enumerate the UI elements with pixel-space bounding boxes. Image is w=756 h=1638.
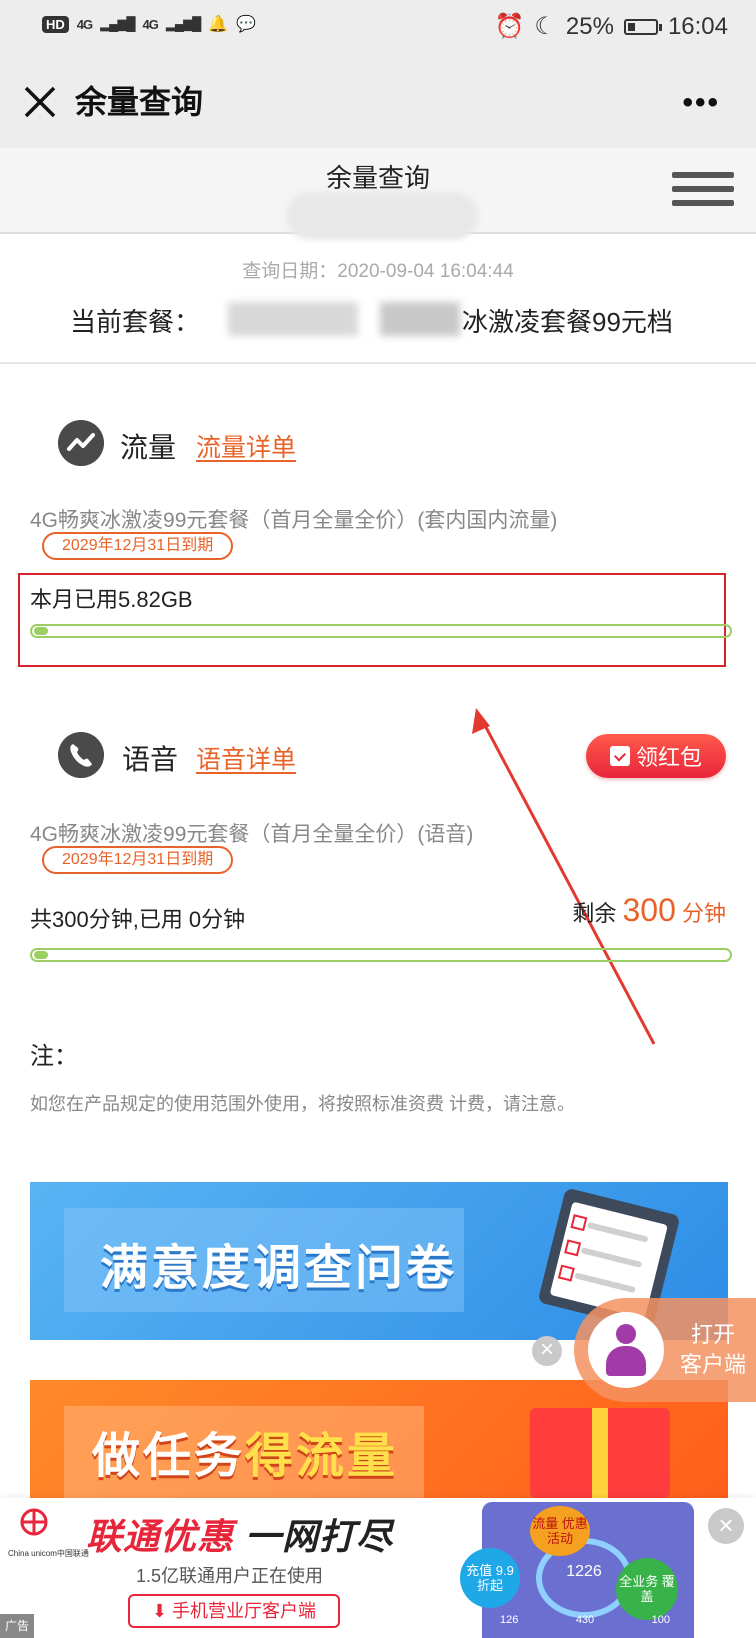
chat-icon: 💬 bbox=[236, 16, 257, 33]
data-expiry-badge: 2029年12月31日到期 bbox=[42, 532, 234, 560]
ad-title: 联通优惠 一网打尽 bbox=[86, 1508, 393, 1560]
survey-banner-text: 满意度调查问卷 bbox=[100, 1242, 458, 1295]
red-packet-button[interactable]: 领红包 bbox=[586, 734, 726, 778]
open-client-line1: 打开 bbox=[690, 1322, 735, 1347]
banner-close-icon[interactable]: × bbox=[532, 1336, 562, 1366]
voice-detail-link[interactable]: 语音详单 bbox=[196, 740, 296, 776]
note-text: 如您在产品规定的使用范围外使用，将按照标准资费 计费，请注意。 bbox=[30, 1094, 575, 1114]
gift-box-icon bbox=[530, 1408, 670, 1498]
open-client-label[interactable]: 打开 客户端 bbox=[676, 1320, 750, 1380]
remain-unit: 分钟 bbox=[681, 901, 726, 926]
china-unicom-label: China unicom中国联通 bbox=[8, 1549, 89, 1558]
promo-bubble: 流量 优惠活动 bbox=[530, 1506, 590, 1556]
close-icon[interactable] bbox=[18, 80, 62, 124]
remain-label: 剩余 bbox=[572, 901, 617, 926]
signal-bars-icon: ▂▄▆█ bbox=[100, 16, 135, 31]
data-detail-link[interactable]: 流量详单 bbox=[196, 428, 296, 464]
download-client-label: 手机营业厅客户端 bbox=[172, 1601, 317, 1621]
remain-value: 300 bbox=[622, 892, 676, 928]
voice-progress-fill bbox=[34, 951, 48, 959]
data-trend-icon bbox=[58, 420, 104, 466]
plan-blurred-2 bbox=[380, 302, 460, 336]
page-title: 余量查询 bbox=[325, 163, 430, 193]
signal-icon-2: 4G bbox=[142, 16, 159, 32]
data-section-title: 流量 bbox=[120, 432, 177, 463]
phone-mockup-value: 100 bbox=[651, 1614, 670, 1626]
list-menu-icon[interactable] bbox=[672, 172, 734, 218]
voice-section-title: 语音 bbox=[122, 744, 179, 775]
battery-icon bbox=[623, 18, 662, 35]
data-usage-text: 本月已用5.82GB bbox=[30, 587, 193, 612]
battery-fill bbox=[627, 22, 635, 31]
ad-close-icon[interactable]: × bbox=[708, 1508, 744, 1544]
note-heading: 注： bbox=[30, 1043, 78, 1070]
signal-icon: 4G bbox=[76, 16, 93, 32]
ad-title-red: 联通优惠 bbox=[86, 1516, 235, 1557]
china-unicom-logo bbox=[20, 1508, 48, 1536]
ad-subtitle: 1.5亿联通用户正在使用 bbox=[136, 1566, 324, 1586]
task-banner-highlight: 得流量 bbox=[245, 1430, 399, 1483]
recharge-bubble: 充值 9.9折起 bbox=[460, 1548, 520, 1608]
ad-tag: 广告 bbox=[0, 1614, 34, 1638]
qq-icon: 🔔 bbox=[208, 16, 229, 33]
phone-mockup-value: 126 bbox=[500, 1614, 519, 1626]
more-menu-icon[interactable]: ••• bbox=[682, 86, 720, 120]
status-left: HD 4G ▂▄▆█ 4G ▂▄▆█ 🔔 💬 bbox=[42, 14, 256, 34]
status-right: ⏰ ☾ 25% 16:04 bbox=[494, 12, 728, 41]
nav-title: 余量查询 bbox=[75, 84, 204, 120]
download-icon: ⬇ bbox=[151, 1601, 173, 1621]
download-client-button[interactable]: ⬇ 手机营业厅客户端 bbox=[128, 1594, 340, 1628]
voice-progress-bar bbox=[30, 948, 732, 962]
avatar-icon[interactable] bbox=[588, 1312, 664, 1388]
open-client-line2: 客户端 bbox=[679, 1352, 746, 1377]
voice-expiry-badge: 2029年12月31日到期 bbox=[42, 846, 234, 874]
voice-remaining: 剩余 300 分钟 bbox=[572, 892, 726, 929]
envelope-icon bbox=[609, 746, 630, 766]
voice-usage-text: 共300分钟,已用 0分钟 bbox=[30, 907, 246, 932]
voice-package-name: 4G畅爽冰激凌99元套餐（首月全量全价）(语音) bbox=[30, 823, 474, 846]
plan-label: 当前套餐： bbox=[70, 307, 201, 337]
phone-mockup-value: 430 bbox=[575, 1614, 595, 1626]
clock: 16:04 bbox=[667, 12, 728, 40]
ad-title-black: 一网打尽 bbox=[245, 1516, 394, 1557]
query-date: 查询日期：2020-09-04 16:04:44 bbox=[242, 261, 514, 282]
plan-name: 冰激凌套餐99元档 bbox=[462, 307, 673, 337]
divider bbox=[0, 362, 756, 364]
plan-blurred-1 bbox=[228, 302, 358, 336]
battery-percent: 25% bbox=[565, 12, 614, 40]
data-progress-bar bbox=[30, 624, 732, 638]
data-progress-fill bbox=[34, 627, 48, 635]
task-banner-text: 做任务得流量 bbox=[92, 1416, 398, 1486]
task-banner-prefix: 做任务 bbox=[92, 1430, 246, 1483]
phone-mockup-row: 126 430 100 bbox=[500, 1614, 670, 1626]
moon-icon: ☾ bbox=[534, 13, 556, 40]
phone-icon bbox=[58, 732, 104, 778]
data-package-name: 4G畅爽冰激凌99元套餐（首月全量全价）(套内国内流量) bbox=[30, 509, 558, 532]
signal-bars-icon-2: ▂▄▆█ bbox=[165, 16, 201, 31]
all-services-bubble: 全业务 覆盖 bbox=[616, 1558, 678, 1620]
hd-badge: HD bbox=[42, 15, 69, 33]
phone-number-blurred bbox=[286, 192, 478, 240]
alarm-icon: ⏰ bbox=[494, 13, 525, 40]
red-packet-label: 领红包 bbox=[635, 745, 702, 770]
